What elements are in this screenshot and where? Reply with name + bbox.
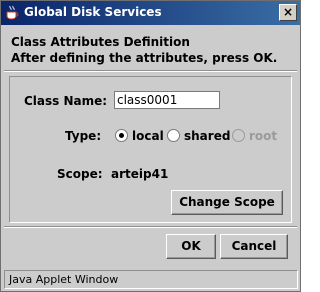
window-title: Global Disk Services [24, 5, 162, 19]
radio-local[interactable] [115, 129, 128, 142]
status-text: Java Applet Window [9, 273, 119, 286]
title-bar[interactable]: Global Disk Services × [1, 1, 300, 25]
change-scope-button[interactable]: Change Scope [171, 190, 283, 215]
header-title: Class Attributes Definition [11, 35, 190, 49]
radio-shared-label[interactable]: shared [184, 129, 230, 143]
header-instruction: After defining the attributes, press OK. [11, 51, 278, 65]
radio-root-label: root [249, 129, 278, 143]
status-bar: Java Applet Window [4, 270, 298, 289]
type-label: Type: [65, 129, 102, 143]
bottom-separator [4, 226, 297, 228]
java-cup-icon [6, 5, 19, 20]
class-name-label: Class Name: [24, 94, 108, 108]
dialog-header: Class Attributes Definition After defini… [11, 34, 277, 66]
radio-selected-dot [119, 133, 124, 138]
radio-local-label[interactable]: local [132, 129, 164, 143]
radio-root [232, 129, 245, 142]
ok-button[interactable]: OK [166, 234, 216, 259]
dialog-window: Global Disk Services × Class Attributes … [0, 0, 301, 292]
scope-label: Scope: [57, 167, 103, 181]
cancel-button[interactable]: Cancel [220, 234, 288, 259]
radio-shared[interactable] [167, 129, 180, 142]
scope-value: arteip41 [111, 167, 169, 181]
class-name-input[interactable] [114, 91, 220, 109]
top-separator [4, 70, 297, 72]
close-icon[interactable]: × [279, 4, 297, 21]
